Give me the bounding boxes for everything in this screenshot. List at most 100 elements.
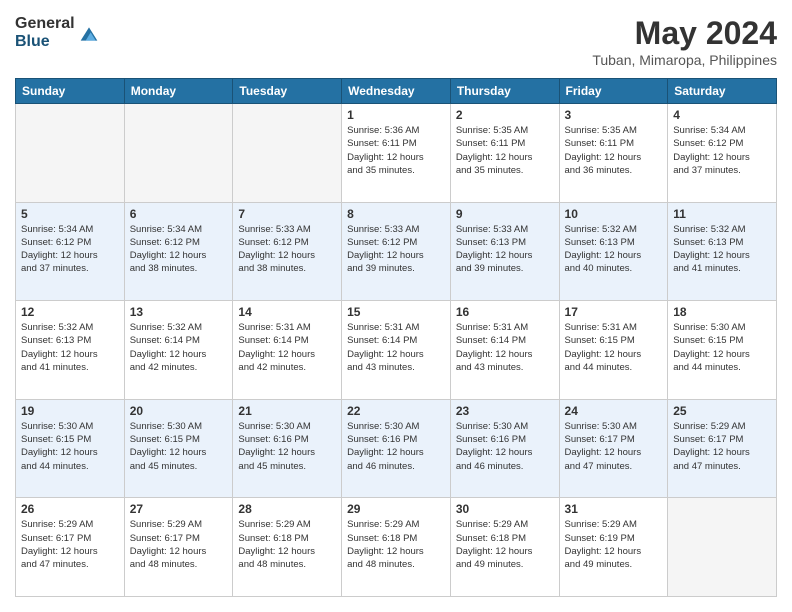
calendar-cell: 24 Sunrise: 5:30 AM Sunset: 6:17 PM Dayli…: [559, 399, 668, 498]
day-number: 20: [130, 404, 228, 418]
day-number: 10: [565, 207, 663, 221]
cell-info: Sunrise: 5:29 AM Sunset: 6:18 PM Dayligh…: [456, 518, 554, 571]
cell-info: Sunrise: 5:29 AM Sunset: 6:18 PM Dayligh…: [347, 518, 445, 571]
weekday-header: Friday: [559, 79, 668, 104]
weekday-header: Wednesday: [342, 79, 451, 104]
calendar-cell: 19 Sunrise: 5:30 AM Sunset: 6:15 PM Dayli…: [16, 399, 125, 498]
day-number: 8: [347, 207, 445, 221]
day-number: 21: [238, 404, 336, 418]
cell-info: Sunrise: 5:32 AM Sunset: 6:14 PM Dayligh…: [130, 321, 228, 374]
calendar-cell: 29 Sunrise: 5:29 AM Sunset: 6:18 PM Dayli…: [342, 498, 451, 597]
cell-info: Sunrise: 5:31 AM Sunset: 6:14 PM Dayligh…: [347, 321, 445, 374]
calendar-cell: 2Sunrise: 5:35 AM Sunset: 6:11 PM Daylig…: [450, 104, 559, 203]
day-number: 4: [673, 108, 771, 122]
day-number: 31: [565, 502, 663, 516]
cell-info: Sunrise: 5:36 AM Sunset: 6:11 PM Dayligh…: [347, 124, 445, 177]
day-number: 30: [456, 502, 554, 516]
cell-info: Sunrise: 5:29 AM Sunset: 6:17 PM Dayligh…: [21, 518, 119, 571]
day-number: 14: [238, 305, 336, 319]
calendar-cell: 1Sunrise: 5:36 AM Sunset: 6:11 PM Daylig…: [342, 104, 451, 203]
calendar-cell: 4 Sunrise: 5:34 AM Sunset: 6:12 PM Daylig…: [668, 104, 777, 203]
calendar-cell: 15Sunrise: 5:31 AM Sunset: 6:14 PM Dayli…: [342, 301, 451, 400]
calendar-cell: 20 Sunrise: 5:30 AM Sunset: 6:15 PM Dayli…: [124, 399, 233, 498]
month-title: May 2024: [592, 15, 777, 52]
weekday-header: Sunday: [16, 79, 125, 104]
calendar-cell: 17 Sunrise: 5:31 AM Sunset: 6:15 PM Dayli…: [559, 301, 668, 400]
logo: General Blue: [15, 15, 99, 50]
weekday-header: Tuesday: [233, 79, 342, 104]
weekday-header: Monday: [124, 79, 233, 104]
day-number: 7: [238, 207, 336, 221]
cell-info: Sunrise: 5:30 AM Sunset: 6:16 PM Dayligh…: [347, 420, 445, 473]
calendar-cell: [233, 104, 342, 203]
calendar-cell: 6 Sunrise: 5:34 AM Sunset: 6:12 PM Daylig…: [124, 202, 233, 301]
page: General Blue May 2024 Tuban, Mimaropa, P…: [0, 0, 792, 612]
cell-info: Sunrise: 5:35 AM Sunset: 6:11 PM Dayligh…: [565, 124, 663, 177]
calendar-cell: [668, 498, 777, 597]
cell-info: Sunrise: 5:34 AM Sunset: 6:12 PM Dayligh…: [21, 223, 119, 276]
cell-info: Sunrise: 5:31 AM Sunset: 6:14 PM Dayligh…: [456, 321, 554, 374]
calendar-cell: 18 Sunrise: 5:30 AM Sunset: 6:15 PM Dayli…: [668, 301, 777, 400]
cell-info: Sunrise: 5:33 AM Sunset: 6:13 PM Dayligh…: [456, 223, 554, 276]
calendar-cell: 12Sunrise: 5:32 AM Sunset: 6:13 PM Dayli…: [16, 301, 125, 400]
day-number: 27: [130, 502, 228, 516]
calendar-cell: 27 Sunrise: 5:29 AM Sunset: 6:17 PM Dayli…: [124, 498, 233, 597]
day-number: 18: [673, 305, 771, 319]
cell-info: Sunrise: 5:29 AM Sunset: 6:17 PM Dayligh…: [673, 420, 771, 473]
logo-general: General: [15, 15, 75, 33]
location-title: Tuban, Mimaropa, Philippines: [592, 52, 777, 68]
day-number: 9: [456, 207, 554, 221]
title-section: May 2024 Tuban, Mimaropa, Philippines: [592, 15, 777, 68]
calendar-cell: 23 Sunrise: 5:30 AM Sunset: 6:16 PM Dayli…: [450, 399, 559, 498]
cell-info: Sunrise: 5:32 AM Sunset: 6:13 PM Dayligh…: [565, 223, 663, 276]
cell-info: Sunrise: 5:30 AM Sunset: 6:16 PM Dayligh…: [456, 420, 554, 473]
logo-blue: Blue: [15, 33, 75, 51]
calendar-cell: 31 Sunrise: 5:29 AM Sunset: 6:19 PM Dayli…: [559, 498, 668, 597]
day-number: 12: [21, 305, 119, 319]
calendar-cell: [16, 104, 125, 203]
cell-info: Sunrise: 5:34 AM Sunset: 6:12 PM Dayligh…: [673, 124, 771, 177]
calendar-cell: 26 Sunrise: 5:29 AM Sunset: 6:17 PM Dayli…: [16, 498, 125, 597]
calendar-cell: 8Sunrise: 5:33 AM Sunset: 6:12 PM Daylig…: [342, 202, 451, 301]
cell-info: Sunrise: 5:30 AM Sunset: 6:15 PM Dayligh…: [673, 321, 771, 374]
header: General Blue May 2024 Tuban, Mimaropa, P…: [15, 15, 777, 68]
calendar-cell: 25Sunrise: 5:29 AM Sunset: 6:17 PM Dayli…: [668, 399, 777, 498]
day-number: 17: [565, 305, 663, 319]
cell-info: Sunrise: 5:30 AM Sunset: 6:15 PM Dayligh…: [130, 420, 228, 473]
day-number: 22: [347, 404, 445, 418]
day-number: 16: [456, 305, 554, 319]
calendar-cell: [124, 104, 233, 203]
calendar-cell: 11 Sunrise: 5:32 AM Sunset: 6:13 PM Dayli…: [668, 202, 777, 301]
day-number: 3: [565, 108, 663, 122]
day-number: 11: [673, 207, 771, 221]
weekday-header: Thursday: [450, 79, 559, 104]
day-number: 26: [21, 502, 119, 516]
cell-info: Sunrise: 5:29 AM Sunset: 6:18 PM Dayligh…: [238, 518, 336, 571]
day-number: 19: [21, 404, 119, 418]
day-number: 6: [130, 207, 228, 221]
calendar-table: SundayMondayTuesdayWednesdayThursdayFrid…: [15, 78, 777, 597]
cell-info: Sunrise: 5:29 AM Sunset: 6:17 PM Dayligh…: [130, 518, 228, 571]
calendar-cell: 3 Sunrise: 5:35 AM Sunset: 6:11 PM Daylig…: [559, 104, 668, 203]
cell-info: Sunrise: 5:32 AM Sunset: 6:13 PM Dayligh…: [673, 223, 771, 276]
day-number: 29: [347, 502, 445, 516]
calendar-cell: 7 Sunrise: 5:33 AM Sunset: 6:12 PM Daylig…: [233, 202, 342, 301]
day-number: 2: [456, 108, 554, 122]
day-number: 24: [565, 404, 663, 418]
weekday-header: Saturday: [668, 79, 777, 104]
cell-info: Sunrise: 5:33 AM Sunset: 6:12 PM Dayligh…: [238, 223, 336, 276]
cell-info: Sunrise: 5:30 AM Sunset: 6:15 PM Dayligh…: [21, 420, 119, 473]
calendar-cell: 28 Sunrise: 5:29 AM Sunset: 6:18 PM Dayli…: [233, 498, 342, 597]
cell-info: Sunrise: 5:29 AM Sunset: 6:19 PM Dayligh…: [565, 518, 663, 571]
calendar-cell: 5Sunrise: 5:34 AM Sunset: 6:12 PM Daylig…: [16, 202, 125, 301]
day-number: 23: [456, 404, 554, 418]
calendar-cell: 21 Sunrise: 5:30 AM Sunset: 6:16 PM Dayli…: [233, 399, 342, 498]
day-number: 28: [238, 502, 336, 516]
calendar-cell: 13Sunrise: 5:32 AM Sunset: 6:14 PM Dayli…: [124, 301, 233, 400]
calendar-cell: 14Sunrise: 5:31 AM Sunset: 6:14 PM Dayli…: [233, 301, 342, 400]
cell-info: Sunrise: 5:31 AM Sunset: 6:15 PM Dayligh…: [565, 321, 663, 374]
cell-info: Sunrise: 5:30 AM Sunset: 6:17 PM Dayligh…: [565, 420, 663, 473]
calendar-cell: 30 Sunrise: 5:29 AM Sunset: 6:18 PM Dayli…: [450, 498, 559, 597]
cell-info: Sunrise: 5:30 AM Sunset: 6:16 PM Dayligh…: [238, 420, 336, 473]
cell-info: Sunrise: 5:34 AM Sunset: 6:12 PM Dayligh…: [130, 223, 228, 276]
